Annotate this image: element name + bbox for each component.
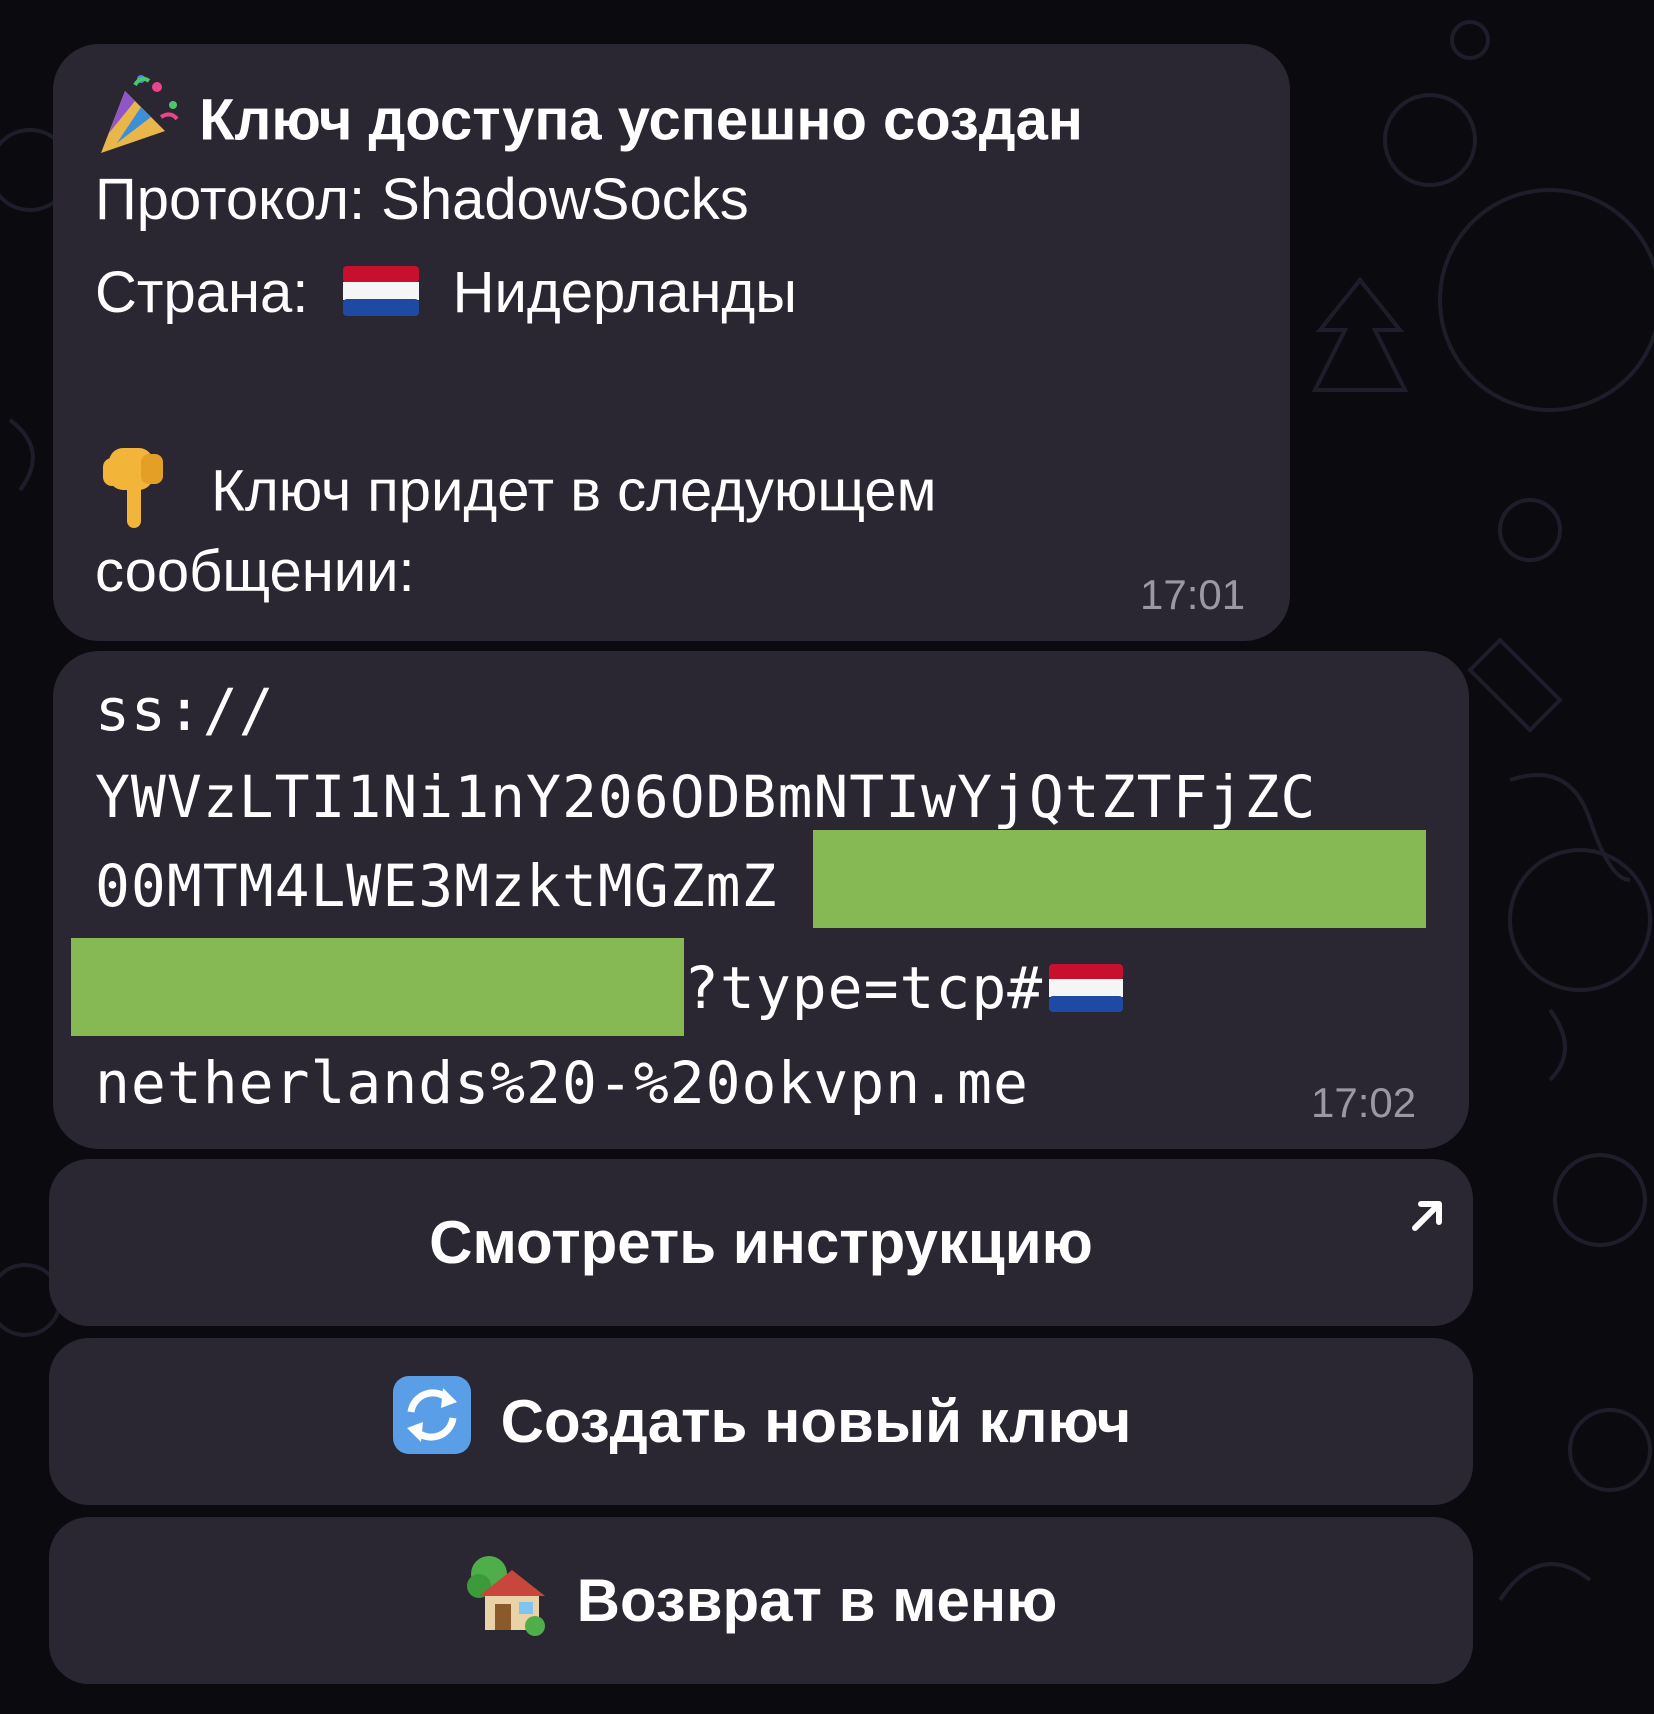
- next-message-text: Ключ придет в следующем: [211, 458, 937, 524]
- message-title-line: Ключ доступа успешно создан: [95, 73, 1083, 175]
- key-line-3[interactable]: 00MTM4LWE3MzktMGZmZ: [95, 851, 777, 921]
- message-timestamp: 17:01: [1140, 571, 1246, 618]
- key-line-2[interactable]: YWVzLTI1Ni1nY206ODBmNTIwYjQtZTFjZC: [95, 762, 1316, 832]
- message-timestamp: 17:02: [1311, 1079, 1417, 1126]
- view-instruction-button[interactable]: Смотреть инструкцию: [49, 1159, 1473, 1326]
- country-label: Страна:: [95, 260, 309, 325]
- next-message-line-2: сообщении:: [95, 539, 415, 604]
- refresh-icon: [391, 1374, 473, 1470]
- key-line-1[interactable]: ss://: [95, 675, 275, 745]
- view-instruction-label: Смотреть инструкцию: [429, 1209, 1093, 1276]
- country-line: Страна: Нидерланды: [95, 258, 797, 332]
- key-query-text: ?type=tcp#: [684, 954, 1044, 1022]
- back-to-menu-button[interactable]: Возврат в меню: [49, 1517, 1473, 1684]
- create-new-key-label: Создать новый ключ: [500, 1388, 1132, 1455]
- success-title: Ключ доступа успешно создан: [199, 87, 1083, 153]
- redaction-block: [813, 830, 1426, 928]
- next-message-line: Ключ придет в следующем: [95, 444, 937, 546]
- redaction-block: [71, 938, 684, 1036]
- netherlands-flag-icon: [1049, 957, 1124, 1027]
- pointing-down-icon: [95, 444, 173, 546]
- key-line-5[interactable]: netherlands%20-%20okvpn.me: [95, 1048, 1029, 1118]
- house-icon: [465, 1552, 549, 1650]
- protocol-line: Протокол: ShadowSocks: [95, 167, 749, 232]
- back-to-menu-label: Возврат в меню: [576, 1567, 1058, 1634]
- party-popper-icon: [95, 73, 183, 175]
- key-line-4[interactable]: ?type=tcp#: [684, 953, 1124, 1027]
- country-name: Нидерланды: [452, 260, 797, 325]
- external-arrow-icon: [1407, 1181, 1447, 1250]
- netherlands-flag-icon: [342, 262, 419, 332]
- create-new-key-button[interactable]: Создать новый ключ: [49, 1338, 1473, 1505]
